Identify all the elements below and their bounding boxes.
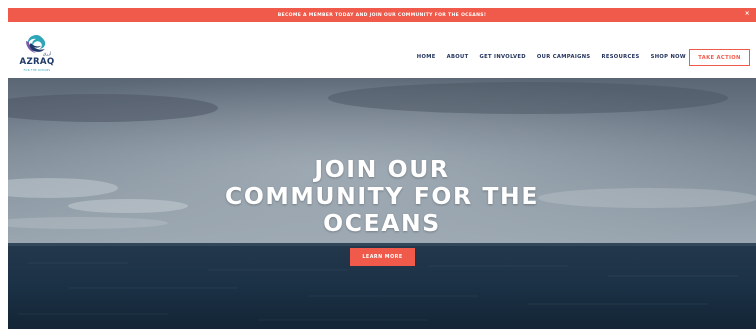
site-header: أزرق AZRAQ FOR THE OCEANS HOME ABOUT GET… — [8, 22, 756, 86]
hero-title-line: COMMUNITY FOR THE — [225, 182, 539, 210]
nav-item-about[interactable]: ABOUT — [447, 54, 469, 60]
main-nav: HOME ABOUT GET INVOLVED OUR CAMPAIGNS RE… — [417, 54, 686, 60]
take-action-button[interactable]: TAKE ACTION — [689, 49, 750, 66]
hero-title-line: OCEANS — [323, 209, 441, 237]
nav-item-get-involved[interactable]: GET INVOLVED — [480, 54, 526, 60]
nav-item-our-campaigns[interactable]: OUR CAMPAIGNS — [537, 54, 591, 60]
close-icon[interactable]: × — [745, 10, 750, 17]
nav-item-resources[interactable]: RESOURCES — [601, 54, 639, 60]
brand-name: AZRAQ — [19, 57, 55, 67]
nav-item-shop-now[interactable]: SHOP NOW — [651, 54, 686, 60]
learn-more-button[interactable]: LEARN MORE — [350, 248, 415, 266]
hero-section: JOIN OUR COMMUNITY FOR THE OCEANS LEARN … — [8, 78, 756, 329]
nav-item-home[interactable]: HOME — [417, 54, 436, 60]
brand-arabic: أزرق — [43, 51, 52, 56]
hero-title-line: JOIN OUR — [314, 155, 450, 183]
brand-tagline: FOR THE OCEANS — [23, 68, 51, 72]
brand-logo[interactable]: أزرق AZRAQ FOR THE OCEANS — [17, 33, 57, 73]
announcement-text[interactable]: BECOME A MEMBER TODAY AND JOIN OUR COMMU… — [278, 13, 487, 18]
hero-title: JOIN OUR COMMUNITY FOR THE OCEANS — [132, 156, 632, 237]
announcement-bar[interactable]: BECOME A MEMBER TODAY AND JOIN OUR COMMU… — [8, 8, 756, 22]
page: BECOME A MEMBER TODAY AND JOIN OUR COMMU… — [8, 8, 756, 329]
